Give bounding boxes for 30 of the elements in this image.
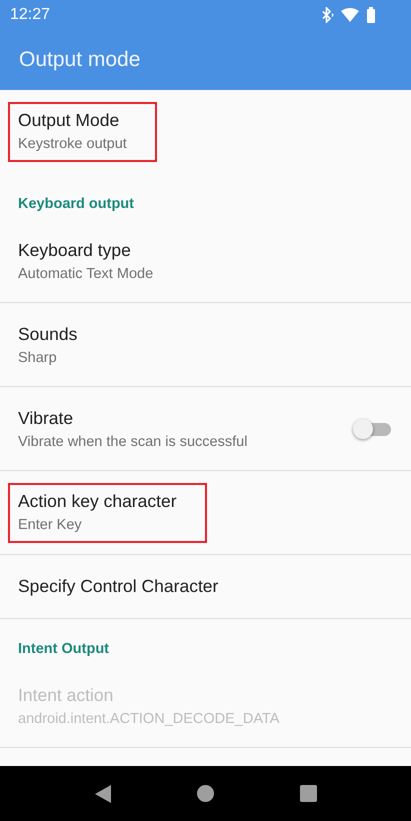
item-summary: Vibrate when the scan is successful bbox=[18, 434, 248, 450]
item-title: Sounds bbox=[18, 324, 78, 344]
recents-icon[interactable] bbox=[300, 785, 316, 802]
clock: 12:27 bbox=[10, 6, 50, 24]
item-summary: android.intent.ACTION_DECODE_DATA bbox=[18, 710, 280, 726]
settings-item[interactable]: Vibrate Vibrate when the scan is successful bbox=[0, 387, 411, 471]
item-summary: Automatic Text Mode bbox=[18, 266, 154, 282]
settings-item[interactable]: Action key character Enter Key bbox=[0, 471, 411, 555]
screen-title: Output mode bbox=[19, 48, 140, 72]
settings-item[interactable]: Output Mode Keystroke output bbox=[0, 90, 411, 174]
battery-icon bbox=[366, 7, 376, 23]
category-header: Keyboard output bbox=[17, 195, 135, 214]
settings-item[interactable]: Keyboard type Automatic Text Mode bbox=[0, 219, 411, 303]
item-title: Vibrate bbox=[18, 408, 74, 428]
back-icon[interactable] bbox=[94, 784, 110, 802]
item-title: Keyboard type bbox=[18, 240, 132, 260]
category-header: Intent Output bbox=[17, 640, 110, 659]
item-summary: Keystroke output bbox=[18, 136, 127, 152]
item-title: Action key character bbox=[18, 490, 177, 512]
settings-item[interactable]: Sounds Sharp bbox=[0, 303, 411, 387]
item-title: Specify Control Character bbox=[18, 576, 218, 597]
settings-item[interactable]: Specify Control Character bbox=[0, 555, 411, 619]
wifi-icon bbox=[341, 8, 359, 22]
item-summary: Sharp bbox=[18, 350, 58, 366]
item-title: Intent action bbox=[18, 684, 114, 706]
toggle-switch[interactable] bbox=[353, 418, 391, 440]
home-icon[interactable] bbox=[196, 785, 214, 802]
item-title: Output Mode bbox=[18, 110, 120, 131]
bluetooth-icon bbox=[322, 7, 334, 23]
item-summary: Enter Key bbox=[18, 516, 83, 532]
